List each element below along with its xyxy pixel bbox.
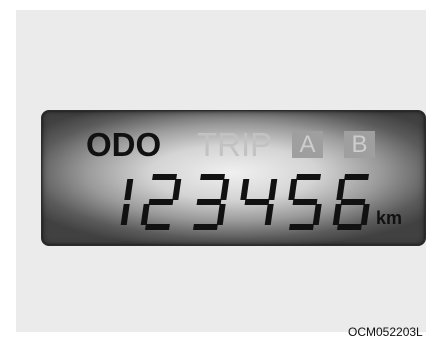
odometer-lcd-display: ODO TRIP A B km (41, 110, 426, 246)
trip-a-indicator: A (292, 131, 323, 158)
digit-segment (288, 179, 298, 200)
digit-segment (340, 199, 366, 205)
digit-segment (145, 224, 170, 230)
digit-segment (296, 174, 321, 180)
odometer-digit (193, 174, 230, 230)
digit-segment (344, 174, 369, 180)
digit-segment (360, 204, 370, 225)
digit-segment (264, 204, 274, 225)
digit-segment (140, 204, 150, 225)
digit-segment (172, 179, 182, 200)
digit-segment (244, 199, 270, 205)
digit-segment (200, 174, 225, 180)
odo-mode-indicator: ODO (86, 126, 162, 163)
digit-segment (292, 199, 318, 205)
digit-segment (152, 174, 177, 180)
digit-segment (124, 179, 134, 200)
digit-segment (336, 179, 346, 200)
odometer-digit (288, 174, 322, 230)
figure-code: OCM052203L (348, 325, 423, 339)
odometer-reading (120, 174, 370, 230)
digit-segment (268, 179, 278, 200)
digit-segment (196, 199, 222, 205)
digit-segment (337, 224, 362, 230)
odometer-digit (140, 174, 182, 230)
digit-segment (148, 199, 174, 205)
odometer-digit (240, 179, 278, 225)
trip-mode-indicator: TRIP (197, 126, 273, 163)
digit-segment (120, 204, 130, 225)
digit-segment (332, 204, 342, 225)
digit-segment (216, 204, 226, 225)
distance-unit-label: km (376, 208, 403, 228)
trip-b-indicator: B (344, 131, 375, 158)
odometer-digit (120, 179, 134, 225)
digit-segment (240, 179, 250, 200)
digit-segment (220, 179, 230, 200)
digit-segment (289, 224, 314, 230)
odometer-digit (332, 174, 370, 230)
digit-segment (312, 204, 322, 225)
digit-segment (193, 224, 218, 230)
